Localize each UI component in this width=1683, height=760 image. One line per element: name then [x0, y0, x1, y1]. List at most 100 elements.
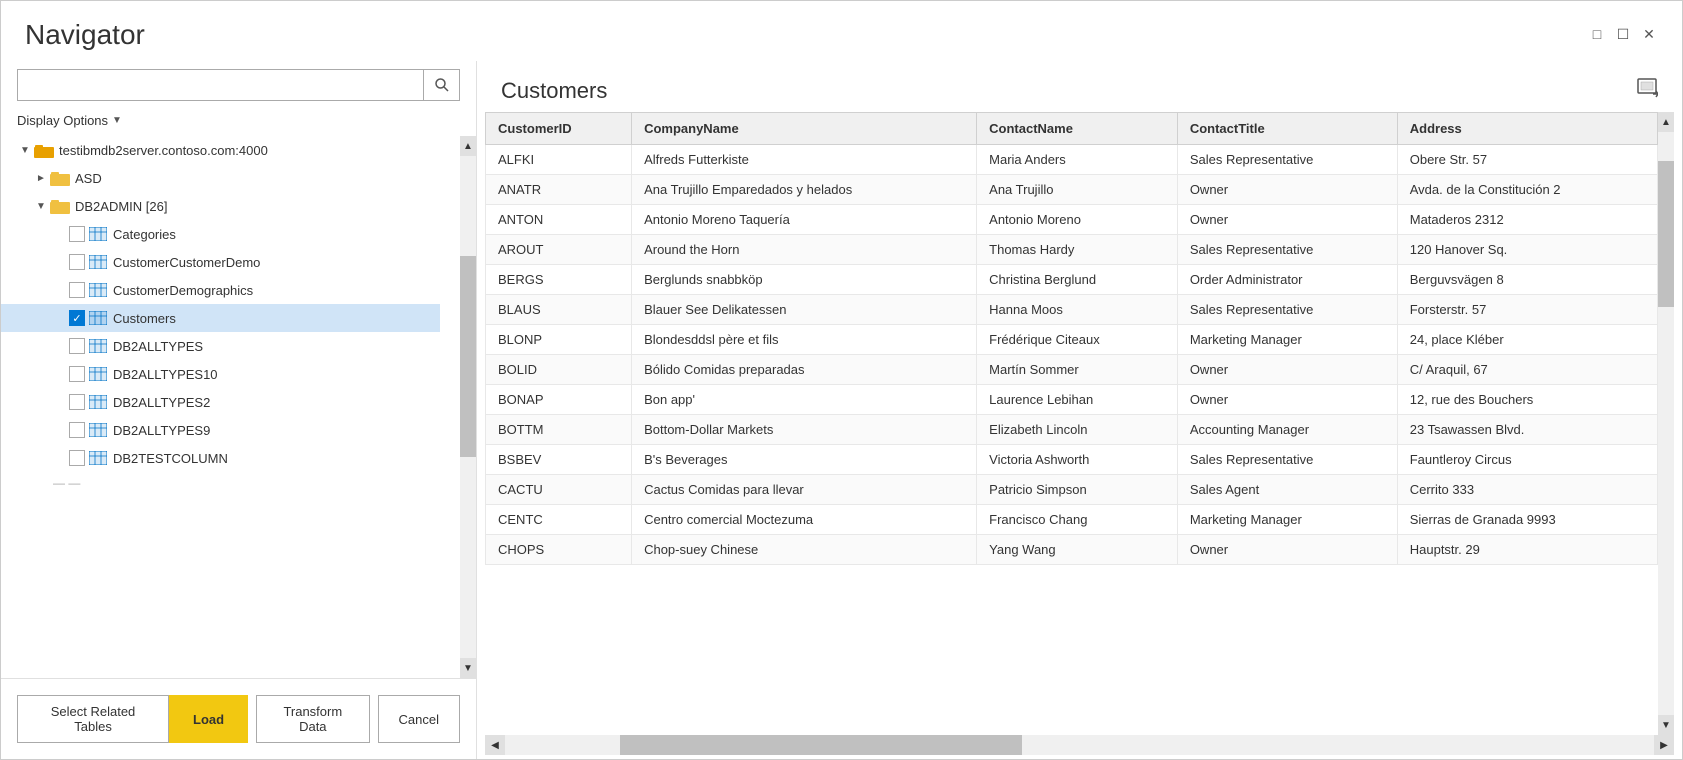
checkbox-db2alltypes2[interactable] [69, 394, 85, 410]
table-cell: Alfreds Futterkiste [632, 145, 977, 175]
table-cell: Victoria Ashworth [977, 445, 1178, 475]
window-title: Navigator [25, 19, 145, 51]
v-scroll-up[interactable]: ▲ [1658, 112, 1674, 132]
v-scroll-track [1658, 132, 1674, 715]
cancel-button[interactable]: Cancel [378, 695, 460, 743]
h-scroll-right[interactable]: ▶ [1654, 735, 1674, 755]
tree-node-asd[interactable]: ► ASD [1, 164, 440, 192]
db2testcolumn-label: DB2TESTCOLUMN [109, 451, 228, 466]
table-cell: Bottom-Dollar Markets [632, 415, 977, 445]
table-cell: Cactus Comidas para llevar [632, 475, 977, 505]
table-row[interactable]: CHOPSChop-suey ChineseYang WangOwnerHaup… [486, 535, 1658, 565]
checkbox-db2testcolumn[interactable] [69, 450, 85, 466]
table-cell: CENTC [486, 505, 632, 535]
transform-button[interactable]: Transform Data [256, 695, 369, 743]
navigator-window: Navigator □ ☐ ✕ Display Options [0, 0, 1683, 760]
table-cell: Antonio Moreno Taquería [632, 205, 977, 235]
v-scroll-down[interactable]: ▼ [1658, 715, 1674, 735]
table-cell: Forsterstr. 57 [1397, 295, 1657, 325]
tree-node-customercustomerdemo[interactable]: ► CustomerCustomerDemo [1, 248, 440, 276]
table-row[interactable]: BLAUSBlauer See DelikatessenHanna MoosSa… [486, 295, 1658, 325]
select-related-button[interactable]: Select Related Tables [17, 695, 169, 743]
main-content: Display Options ▼ ▼ testi [1, 61, 1682, 759]
tree-node-db2testcolumn[interactable]: ► DB2TESTCOLUMN [1, 444, 440, 472]
left-panel: Display Options ▼ ▼ testi [1, 61, 477, 759]
search-input[interactable] [18, 70, 423, 100]
table-cell: CACTU [486, 475, 632, 505]
table-icon-cd [87, 281, 109, 299]
col-customerid: CustomerID [486, 113, 632, 145]
tree-node-db2alltypes10[interactable]: ► DB2ALLTYPES10 [1, 360, 440, 388]
table-row[interactable]: BLONPBlondesddsl père et filsFrédérique … [486, 325, 1658, 355]
tree-scrollbar: ▲ ▼ [460, 136, 476, 678]
db2admin-label: DB2ADMIN [26] [71, 199, 167, 214]
h-scroll-left[interactable]: ◀ [485, 735, 505, 755]
table-cell: Marketing Manager [1177, 325, 1397, 355]
table-row[interactable]: BONAPBon app'Laurence LebihanOwner12, ru… [486, 385, 1658, 415]
tree-scroll-up[interactable]: ▲ [460, 136, 476, 156]
tree-node-customerdemographics[interactable]: ► CustomerDemographics [1, 276, 440, 304]
display-options[interactable]: Display Options ▼ [1, 109, 476, 136]
table-row[interactable]: ANATRAna Trujillo Emparedados y heladosA… [486, 175, 1658, 205]
preview-header: Customers [477, 61, 1682, 112]
v-scroll-thumb [1658, 161, 1674, 307]
h-scrollbar: ◀ ▶ [485, 735, 1674, 755]
tree-node-customers[interactable]: ► ✓ Customers [1, 304, 440, 332]
table-cell: Martín Sommer [977, 355, 1178, 385]
table-cell: Antonio Moreno [977, 205, 1178, 235]
table-row[interactable]: ALFKIAlfreds FutterkisteMaria AndersSale… [486, 145, 1658, 175]
checkbox-customerdemographics[interactable] [69, 282, 85, 298]
table-cell: Sales Representative [1177, 145, 1397, 175]
tree-node-db2alltypes2[interactable]: ► DB2ALLTYPES2 [1, 388, 440, 416]
customers-label: Customers [109, 311, 176, 326]
tree-node-db2alltypes9[interactable]: ► DB2ALLTYPES9 [1, 416, 440, 444]
right-panel: Customers [477, 61, 1682, 759]
checkbox-customers[interactable]: ✓ [69, 310, 85, 326]
tree-scroll-down[interactable]: ▼ [460, 658, 476, 678]
table-cell: Accounting Manager [1177, 415, 1397, 445]
table-cell: Hanna Moos [977, 295, 1178, 325]
checkbox-categories[interactable] [69, 226, 85, 242]
table-cell: BOTTM [486, 415, 632, 445]
table-row[interactable]: CENTCCentro comercial MoctezumaFrancisco… [486, 505, 1658, 535]
checkbox-db2alltypes[interactable] [69, 338, 85, 354]
tree-node-db2admin[interactable]: ▼ DB2ADMIN [26] [1, 192, 440, 220]
tree-node-db2alltypes[interactable]: ► DB2ALLTYPES [1, 332, 440, 360]
tree-node-categories[interactable]: ► Categories [1, 220, 440, 248]
table-row[interactable]: BERGSBerglunds snabbköpChristina Berglun… [486, 265, 1658, 295]
table-cell: 12, rue des Bouchers [1397, 385, 1657, 415]
checkbox-db2alltypes9[interactable] [69, 422, 85, 438]
display-options-arrow: ▼ [112, 115, 122, 126]
refresh-button[interactable] [1636, 77, 1658, 104]
search-button[interactable] [423, 69, 459, 101]
close-button[interactable]: ✕ [1640, 25, 1658, 43]
db2alltypes-label: DB2ALLTYPES [109, 339, 203, 354]
asd-label: ASD [71, 171, 102, 186]
table-cell: Sales Representative [1177, 445, 1397, 475]
cd-label: CustomerDemographics [109, 283, 253, 298]
checkbox-db2alltypes10[interactable] [69, 366, 85, 382]
table-cell: ANTON [486, 205, 632, 235]
table-cell: 24, place Kléber [1397, 325, 1657, 355]
minimize-button[interactable]: □ [1588, 25, 1606, 43]
table-cell: Bólido Comidas preparadas [632, 355, 977, 385]
maximize-button[interactable]: ☐ [1614, 25, 1632, 43]
table-header: CustomerID CompanyName ContactName Conta… [486, 113, 1658, 145]
table-row[interactable]: AROUTAround the HornThomas HardySales Re… [486, 235, 1658, 265]
table-row[interactable]: BSBEVB's BeveragesVictoria AshworthSales… [486, 445, 1658, 475]
h-scroll-thumb [620, 735, 1022, 755]
table-cell: Owner [1177, 535, 1397, 565]
table-row[interactable]: ANTONAntonio Moreno TaqueríaAntonio More… [486, 205, 1658, 235]
load-button[interactable]: Load [169, 695, 248, 743]
table-row[interactable]: BOTTMBottom-Dollar MarketsElizabeth Linc… [486, 415, 1658, 445]
table-row[interactable]: BOLIDBólido Comidas preparadasMartín Som… [486, 355, 1658, 385]
table-row[interactable]: CACTUCactus Comidas para llevarPatricio … [486, 475, 1658, 505]
table-cell: BLONP [486, 325, 632, 355]
server-node[interactable]: ▼ testibmdb2server.contoso.com:4000 [1, 136, 440, 164]
checkbox-customercustomerdemo[interactable] [69, 254, 85, 270]
table-cell: Frédérique Citeaux [977, 325, 1178, 355]
search-icon [434, 77, 450, 93]
title-bar: Navigator □ ☐ ✕ [1, 1, 1682, 61]
search-bar [17, 69, 460, 101]
display-options-label: Display Options [17, 113, 108, 128]
